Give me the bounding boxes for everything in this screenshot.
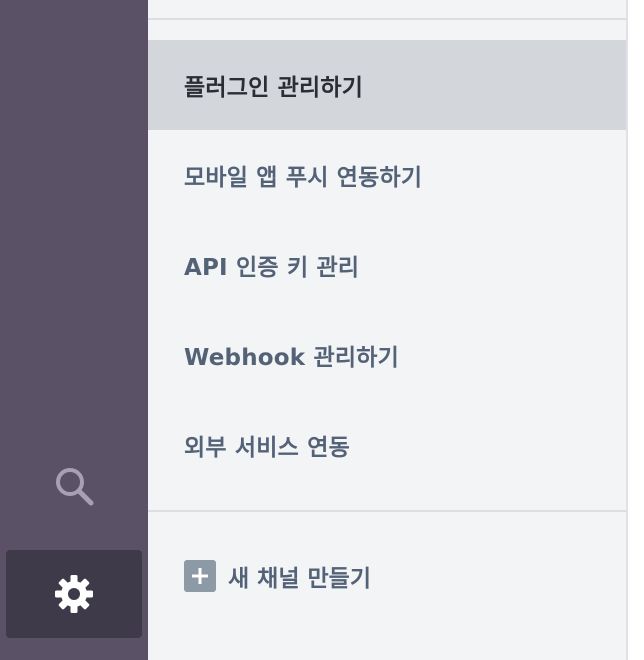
menu-item-label: Webhook 관리하기 (184, 345, 399, 371)
plus-icon (184, 560, 216, 592)
bottom-divider (148, 510, 626, 512)
menu-item-label: 모바일 앱 푸시 연동하기 (184, 165, 423, 191)
menu-item-plugins[interactable]: 플러그인 관리하기 (148, 40, 626, 130)
menu-item-label: 외부 서비스 연동 (184, 435, 350, 461)
menu-item-label: API 인증 키 관리 (184, 255, 360, 281)
menu-item-webhook[interactable]: Webhook 관리하기 (148, 310, 626, 400)
new-channel-button[interactable]: 새 채널 만들기 (184, 556, 371, 596)
settings-menu-panel: 플러그인 관리하기 모바일 앱 푸시 연동하기 API 인증 키 관리 Webh… (148, 0, 628, 660)
menu-item-mobile-push[interactable]: 모바일 앱 푸시 연동하기 (148, 130, 626, 220)
menu-item-label: 플러그인 관리하기 (184, 75, 364, 101)
app-window: 플러그인 관리하기 모바일 앱 푸시 연동하기 API 인증 키 관리 Webh… (0, 0, 644, 660)
new-channel-label: 새 채널 만들기 (228, 566, 371, 592)
top-divider (148, 18, 626, 20)
settings-button[interactable] (6, 550, 142, 638)
search-icon (56, 468, 94, 506)
left-rail (0, 0, 148, 660)
gear-icon (55, 575, 93, 613)
menu-item-external-services[interactable]: 외부 서비스 연동 (148, 400, 626, 490)
menu-item-api-keys[interactable]: API 인증 키 관리 (148, 220, 626, 310)
search-button[interactable] (50, 462, 98, 510)
